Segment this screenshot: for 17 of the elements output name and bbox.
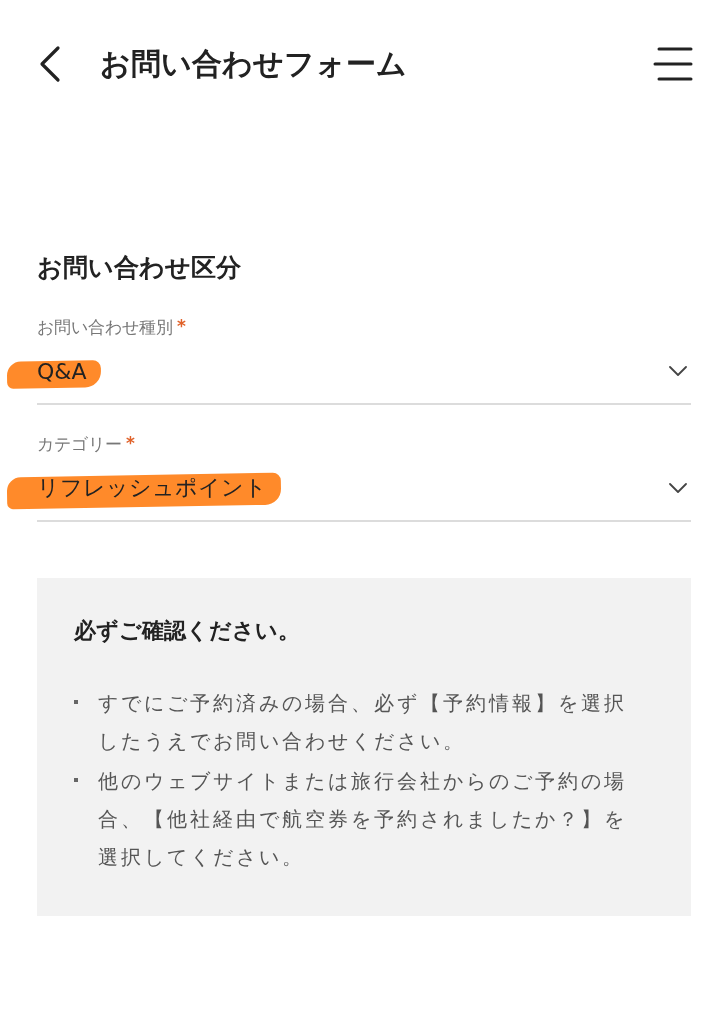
notice-text: 他のウェブサイトまたは旅行会社からのご予約の場合、【他社経由で航空券を予約されましたか？】を選択してください。 (98, 768, 628, 871)
field-label: カテゴリー (37, 433, 122, 456)
page-title: お問い合わせフォーム (100, 44, 408, 83)
notice-text: すでにご予約済みの場合、必ず【予約情報】を選択したうえでお問い合わせください。 (98, 690, 628, 755)
bullet-icon (74, 778, 78, 782)
required-mark: * (126, 433, 135, 455)
back-icon[interactable] (38, 45, 62, 83)
field-label: お問い合わせ種別 (37, 316, 173, 339)
chevron-down-icon[interactable] (669, 366, 687, 376)
menu-icon[interactable] (653, 47, 693, 81)
required-mark: * (177, 316, 186, 338)
dropdown-value[interactable]: Q&A (37, 358, 87, 384)
section-title: お問い合わせ区分 (37, 252, 242, 284)
bullet-icon (74, 700, 78, 704)
dropdown-value[interactable]: リフレッシュポイント (37, 475, 267, 500)
chevron-down-icon[interactable] (669, 483, 687, 493)
notice-title: 必ずご確認ください。 (74, 617, 301, 645)
